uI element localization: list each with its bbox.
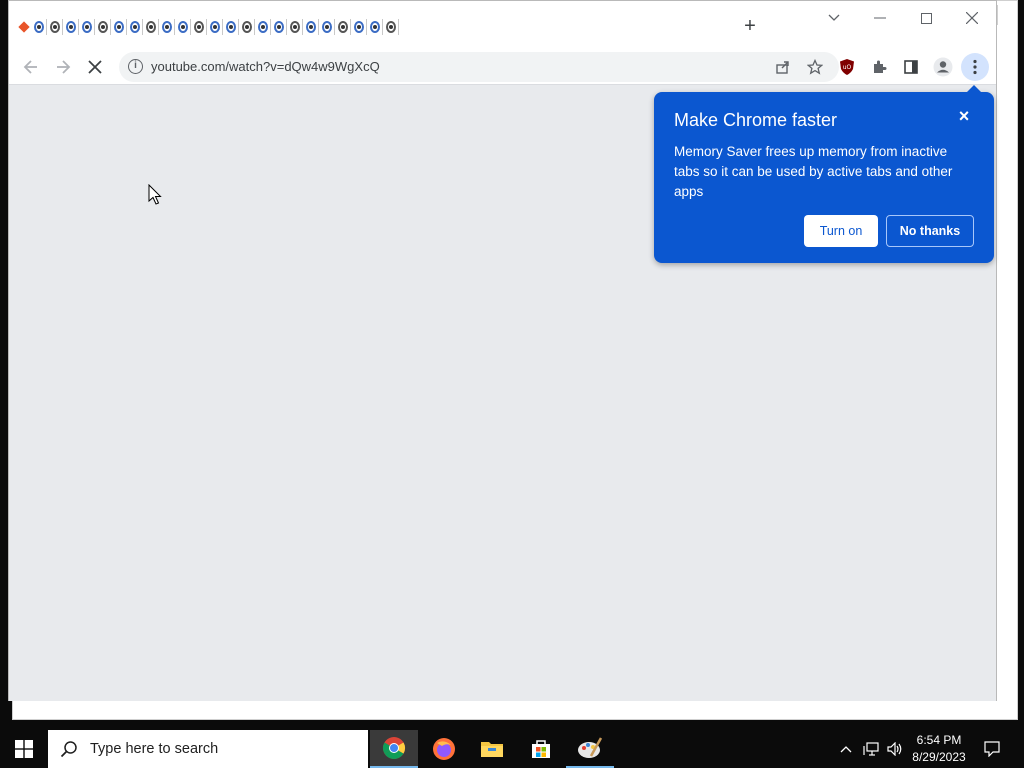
action-center-button[interactable] (978, 730, 1006, 768)
menu-kebab-icon (973, 59, 977, 75)
tab-favicon[interactable] (95, 17, 110, 37)
tab-favicon[interactable] (383, 17, 398, 37)
tab-favicon[interactable] (287, 17, 302, 37)
taskbar-microsoft-store[interactable] (517, 730, 565, 768)
stop-loading-icon (88, 60, 102, 74)
chevron-up-icon (840, 746, 852, 753)
svg-text:uO: uO (843, 64, 852, 71)
tab-favicon[interactable] (367, 17, 382, 37)
taskbar-firefox[interactable] (420, 730, 468, 768)
taskbar-paint[interactable] (566, 730, 614, 768)
memory-saver-promo: Make Chrome faster × Memory Saver frees … (654, 85, 994, 263)
tab-list (17, 17, 399, 37)
bookmark-star-icon (807, 59, 823, 75)
taskbar-search-box[interactable]: Type here to search (48, 730, 368, 768)
windows-taskbar: Type here to search 6:54 PM 8/29/2023 (0, 730, 1024, 768)
chevron-down-icon (828, 14, 840, 22)
tab-favicon[interactable] (271, 17, 286, 37)
back-arrow-icon (23, 60, 37, 74)
tab-favicon[interactable] (239, 17, 254, 37)
profile-icon (933, 57, 953, 77)
tab-favicon[interactable] (351, 17, 366, 37)
tab-favicon[interactable] (159, 17, 174, 37)
tab-favicon[interactable] (223, 17, 238, 37)
clock-date: 8/29/2023 (912, 750, 966, 764)
promo-close-button[interactable]: × (956, 107, 972, 125)
tab-favicon[interactable] (143, 17, 158, 37)
stop-loading-button[interactable] (81, 53, 109, 81)
network-icon (863, 742, 879, 756)
windows-start-icon (15, 740, 33, 758)
paint-icon (578, 737, 603, 758)
tab-favicon[interactable] (31, 17, 46, 37)
file-explorer-icon (481, 742, 503, 757)
url-text: youtube.com/watch?v=dQw4w9WgXcQ (151, 59, 380, 74)
tab-favicon[interactable] (191, 17, 206, 37)
volume-icon (887, 742, 902, 756)
tab-favicon[interactable] (111, 17, 126, 37)
microsoft-store-icon (532, 740, 550, 758)
back-button[interactable] (17, 53, 45, 81)
share-button[interactable] (769, 53, 797, 81)
turn-on-button[interactable]: Turn on (804, 215, 878, 247)
clock-time: 6:54 PM (916, 733, 962, 747)
tab-favicon[interactable] (17, 17, 31, 37)
side-panel-button[interactable] (897, 53, 925, 81)
show-hidden-icons-button[interactable] (836, 730, 856, 768)
profile-button[interactable] (929, 53, 957, 81)
promo-body: Memory Saver frees up memory from inacti… (674, 144, 953, 199)
address-bar[interactable]: i youtube.com/watch?v=dQw4w9WgXcQ (119, 52, 839, 82)
tab-favicon[interactable] (47, 17, 62, 37)
extensions-button[interactable] (865, 53, 893, 81)
maximize-icon (920, 12, 932, 24)
forward-button[interactable] (49, 53, 77, 81)
close-window-button[interactable] (949, 7, 995, 27)
maximize-button[interactable] (903, 7, 949, 27)
browser-toolbar: i youtube.com/watch?v=dQw4w9WgXcQ uO (9, 49, 996, 85)
tab-favicon[interactable] (207, 17, 222, 37)
search-placeholder: Type here to search (90, 741, 219, 757)
tab-separator (398, 19, 399, 35)
bookmark-button[interactable] (801, 53, 829, 81)
tab-favicon[interactable] (303, 17, 318, 37)
chrome-menu-button[interactable] (961, 53, 989, 81)
firefox-icon (433, 738, 455, 760)
forward-arrow-icon (57, 60, 71, 74)
taskbar-chrome[interactable] (370, 730, 418, 768)
new-tab-button[interactable]: + (739, 15, 761, 37)
no-thanks-button[interactable]: No thanks (886, 215, 974, 247)
minimize-button[interactable] (857, 7, 903, 27)
tab-favicon[interactable] (319, 17, 334, 37)
close-icon (966, 12, 978, 25)
extensions-puzzle-icon (874, 60, 887, 73)
taskbar-file-explorer[interactable] (468, 730, 516, 768)
tab-strip: + (9, 1, 996, 49)
chrome-icon (383, 737, 405, 759)
minimize-icon (874, 17, 886, 19)
share-icon (776, 61, 789, 74)
system-clock[interactable]: 6:54 PM 8/29/2023 (906, 732, 972, 766)
tab-search-button[interactable] (811, 7, 857, 27)
volume-control[interactable] (884, 730, 906, 768)
mouse-cursor-icon (148, 184, 162, 205)
tab-favicon[interactable] (79, 17, 94, 37)
tab-favicon[interactable] (63, 17, 78, 37)
side-panel-icon (904, 60, 918, 74)
tab-favicon[interactable] (255, 17, 270, 37)
notification-icon (984, 741, 1000, 757)
ublock-origin-icon: uO (840, 59, 854, 75)
search-icon (60, 741, 77, 758)
tab-favicon[interactable] (335, 17, 350, 37)
tab-favicon[interactable] (175, 17, 190, 37)
ublock-origin-button[interactable]: uO (833, 53, 861, 81)
tab-favicon[interactable] (127, 17, 142, 37)
site-info-icon[interactable]: i (128, 59, 143, 74)
promo-title: Make Chrome faster (674, 110, 838, 130)
start-button[interactable] (0, 730, 48, 768)
network-status[interactable] (860, 730, 882, 768)
